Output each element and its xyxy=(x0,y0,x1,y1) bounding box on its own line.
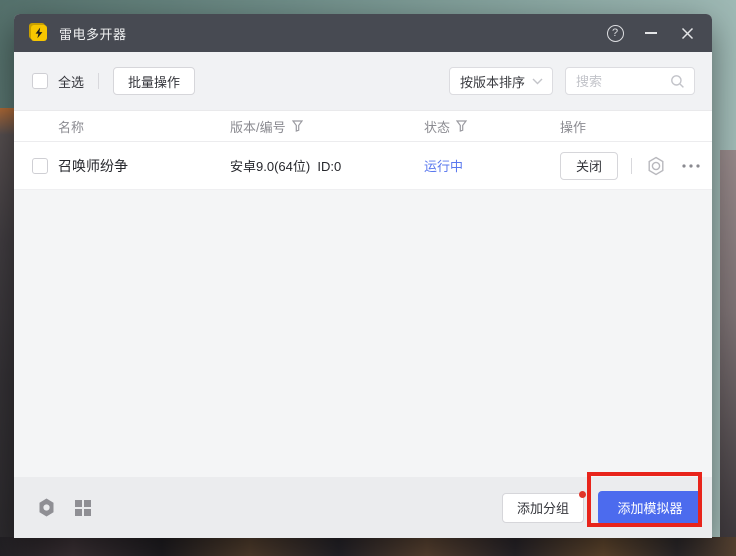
titlebar: 雷电多开器 ? xyxy=(14,14,712,52)
help-button[interactable]: ? xyxy=(600,19,630,47)
wallpaper-mountain-right xyxy=(720,150,736,556)
row-operations: 关闭 xyxy=(560,152,712,180)
operations-divider xyxy=(631,158,632,174)
add-group-button[interactable]: 添加分组 xyxy=(502,493,584,523)
notification-dot xyxy=(579,491,586,498)
minimize-button[interactable] xyxy=(636,19,666,47)
search-box xyxy=(565,67,695,95)
select-all-checkbox[interactable] xyxy=(32,73,48,89)
table-row: 召唤师纷争 安卓9.0(64位) ID:0 运行中 关闭 xyxy=(14,142,712,190)
global-settings-gear-icon[interactable] xyxy=(36,497,57,518)
emulator-version: 安卓9.0(64位) ID:0 xyxy=(230,156,424,175)
sort-dropdown-value: 按版本排序 xyxy=(460,72,525,91)
select-all-label: 全选 xyxy=(58,72,84,91)
wallpaper-mountain-bottom xyxy=(0,537,736,556)
app-window: 雷电多开器 ? 全选 批量操作 按版本排序 xyxy=(14,14,712,538)
minimize-icon xyxy=(645,32,657,34)
lightning-bolt-icon xyxy=(34,27,44,39)
chevron-down-icon xyxy=(532,78,543,85)
column-header-status: 状态 xyxy=(424,117,560,136)
more-options-icon[interactable] xyxy=(681,163,701,169)
column-header-operations: 操作 xyxy=(560,117,712,136)
search-icon[interactable] xyxy=(670,74,685,89)
table-header: 名称 版本/编号 状态 操作 xyxy=(14,110,712,142)
close-button[interactable] xyxy=(672,19,702,47)
filter-funnel-icon[interactable] xyxy=(292,120,303,132)
empty-list-area xyxy=(14,190,712,477)
column-header-name: 名称 xyxy=(58,117,230,136)
row-settings-gear-icon[interactable] xyxy=(645,155,667,177)
status-badge: 运行中 xyxy=(424,156,560,175)
toolbar: 全选 批量操作 按版本排序 xyxy=(14,52,712,110)
grid-view-icon[interactable] xyxy=(74,499,92,517)
close-icon xyxy=(681,27,694,40)
help-icon: ? xyxy=(607,25,624,42)
search-input[interactable] xyxy=(576,74,670,89)
window-title: 雷电多开器 xyxy=(59,24,127,43)
stop-emulator-button[interactable]: 关闭 xyxy=(560,152,618,180)
wallpaper-mountain-left xyxy=(0,108,15,556)
emulator-name: 召唤师纷争 xyxy=(58,156,230,176)
app-logo-icon xyxy=(28,23,49,43)
toolbar-divider xyxy=(98,73,99,89)
filter-funnel-icon[interactable] xyxy=(456,120,467,132)
bottom-bar: 添加分组 添加模拟器 xyxy=(14,477,712,538)
column-header-version: 版本/编号 xyxy=(230,117,424,136)
sort-dropdown[interactable]: 按版本排序 xyxy=(449,67,553,95)
batch-operations-button[interactable]: 批量操作 xyxy=(113,67,195,95)
row-checkbox[interactable] xyxy=(32,158,48,174)
add-emulator-button[interactable]: 添加模拟器 xyxy=(598,491,702,525)
